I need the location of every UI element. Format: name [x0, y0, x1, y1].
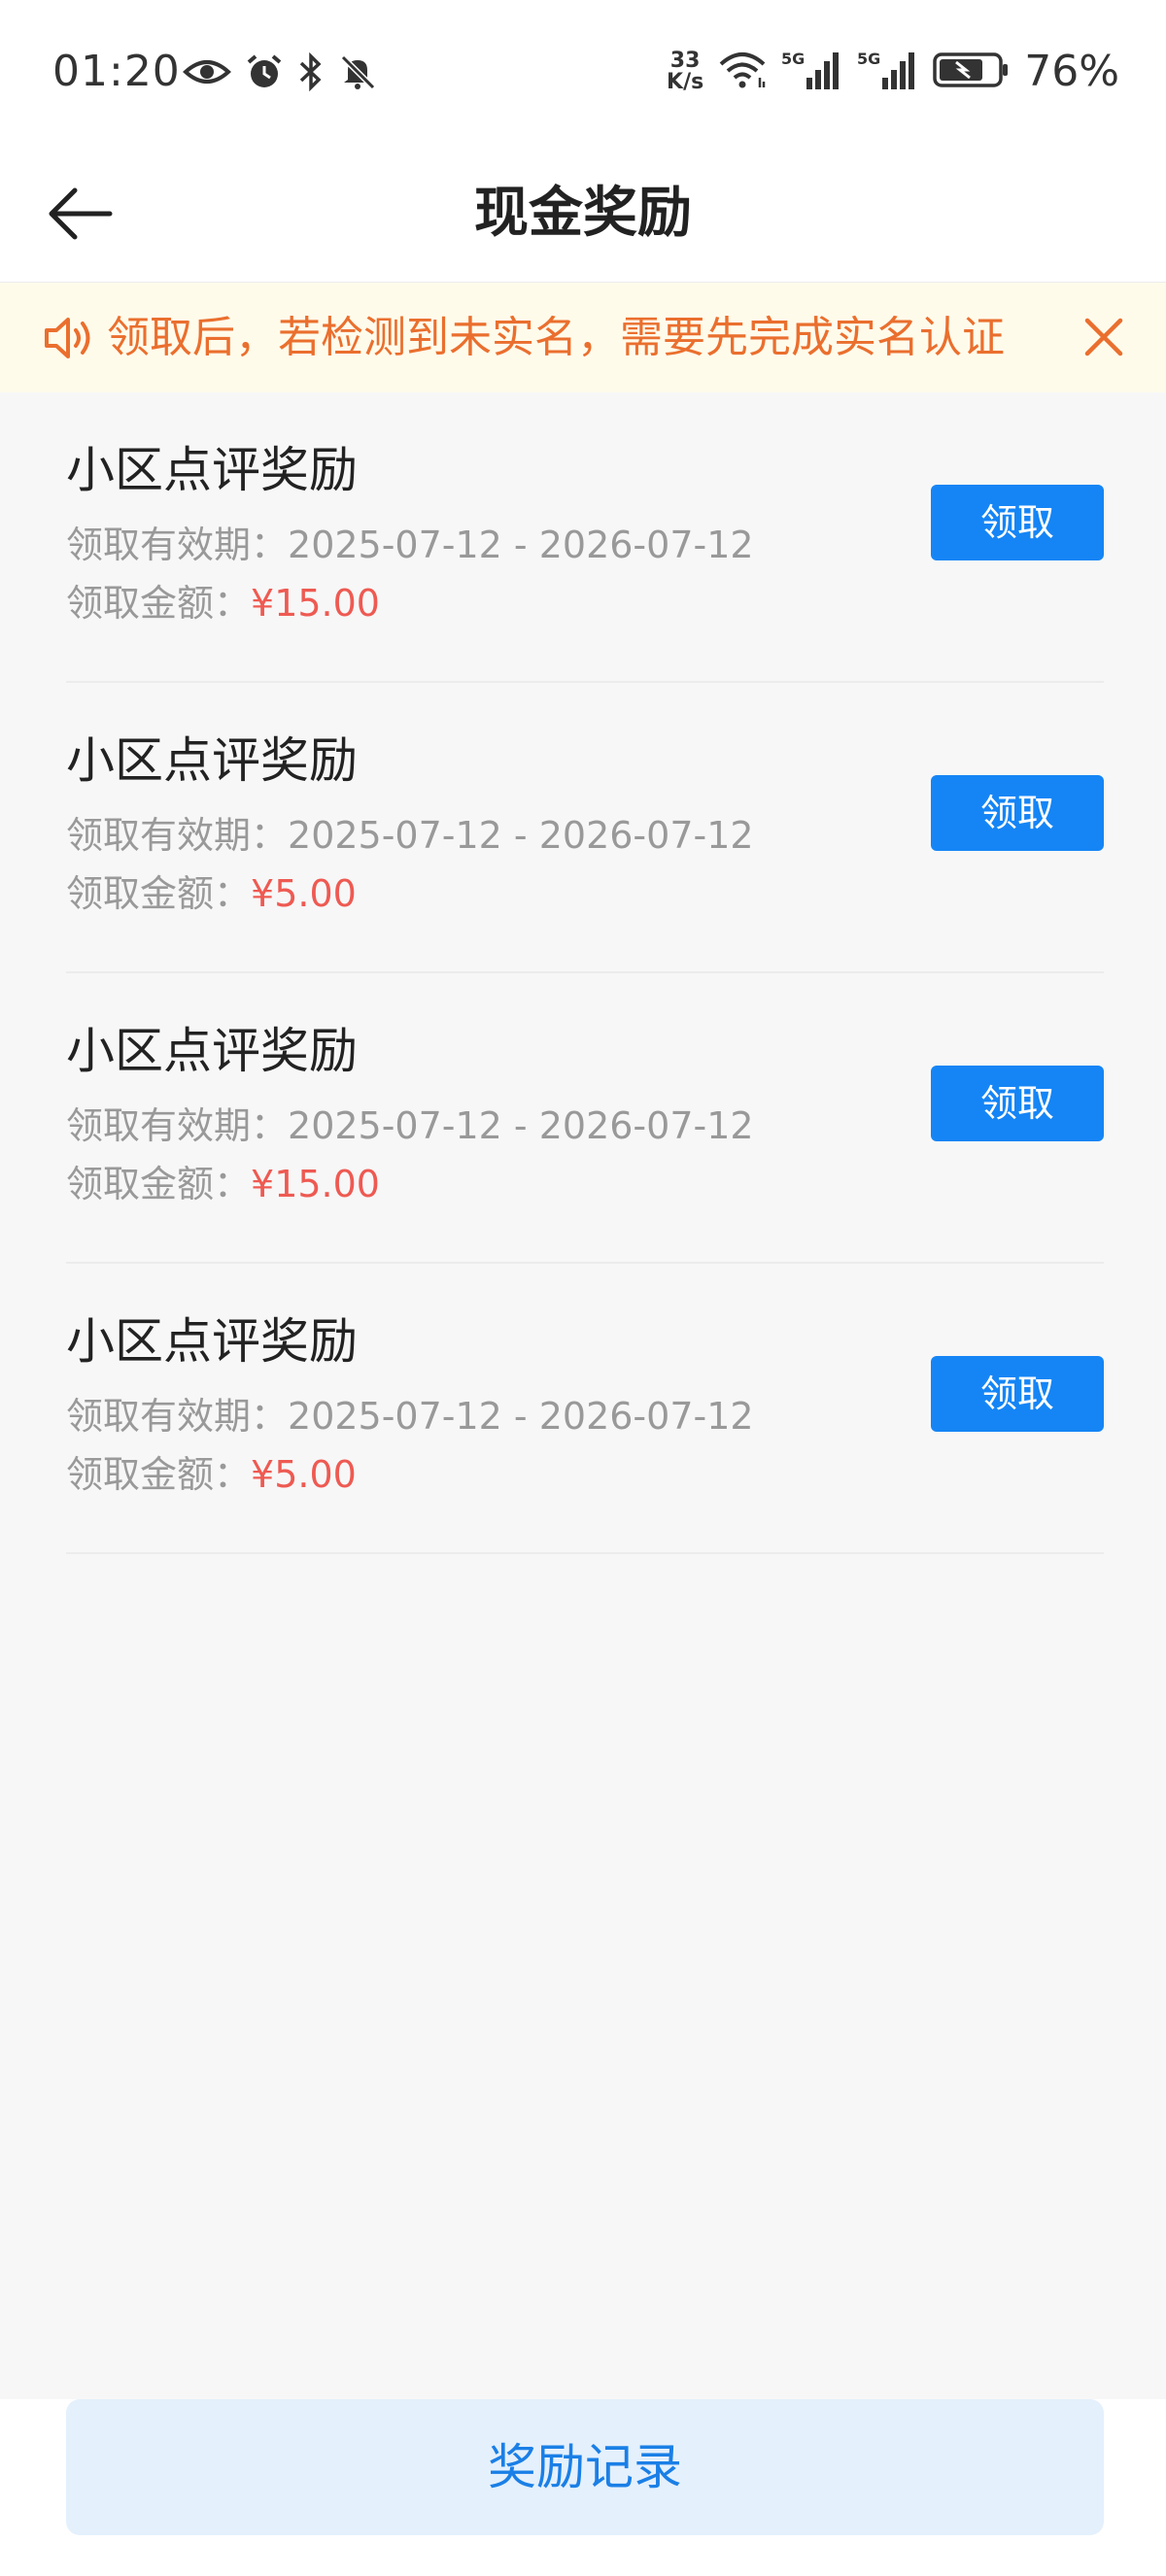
validity-label: 领取有效期： [66, 1104, 289, 1147]
bell-muted-icon [338, 52, 377, 95]
validity-range: 2025-07-12 - 2026-07-12 [288, 524, 754, 566]
bluetooth-icon [297, 51, 325, 95]
reward-validity: 领取有效期：2025-07-12 - 2026-07-12 [66, 1392, 754, 1441]
battery-charging-icon [933, 51, 1011, 93]
amount-value: ¥5.00 [251, 872, 357, 915]
reward-item: 小区点评奖励 领取有效期：2025-07-12 - 2026-07-12 领取金… [66, 1264, 1104, 1554]
eye-icon [183, 54, 231, 93]
nav-header: 现金奖励 [0, 146, 1166, 283]
reward-amount: 领取金额：¥15.00 [66, 579, 380, 627]
validity-range: 2025-07-12 - 2026-07-12 [288, 1395, 754, 1438]
amount-label: 领取金额： [66, 872, 252, 915]
reward-title: 小区点评奖励 [66, 442, 358, 498]
speaker-icon [45, 318, 90, 358]
claim-button[interactable]: 领取 [931, 1356, 1104, 1432]
notice-bar: 领取后，若检测到未实名，需要先完成实名认证 [0, 283, 1166, 392]
wifi-icon [717, 51, 768, 93]
claim-button[interactable]: 领取 [931, 1066, 1104, 1141]
status-right-icons: 33 K/s 5G 5G 76% [667, 47, 1119, 96]
claim-button[interactable]: 领取 [931, 775, 1104, 851]
amount-label: 领取金额： [66, 582, 252, 625]
close-icon [1084, 318, 1123, 356]
validity-label: 领取有效期： [66, 1395, 289, 1438]
battery-percent: 76% [1024, 47, 1119, 96]
validity-range: 2025-07-12 - 2026-07-12 [288, 1104, 754, 1147]
reward-item: 小区点评奖励 领取有效期：2025-07-12 - 2026-07-12 领取金… [66, 973, 1104, 1264]
reward-list: 小区点评奖励 领取有效期：2025-07-12 - 2026-07-12 领取金… [66, 392, 1104, 1554]
signal-icon-sim2: 5G [857, 49, 919, 95]
amount-value: ¥5.00 [251, 1453, 357, 1496]
amount-value: ¥15.00 [251, 1163, 380, 1205]
reward-title: 小区点评奖励 [66, 1313, 358, 1370]
amount-label: 领取金额： [66, 1453, 252, 1496]
status-time: 01:20 [52, 47, 181, 96]
network-speed-value: 33 [669, 48, 701, 73]
reward-amount: 领取金额：¥5.00 [66, 1450, 357, 1499]
signal-icon-sim1: 5G [781, 49, 843, 95]
network-speed: 33 K/s [667, 48, 704, 94]
reward-item: 小区点评奖励 领取有效期：2025-07-12 - 2026-07-12 领取金… [66, 683, 1104, 973]
notice-close-button[interactable] [1077, 310, 1131, 364]
status-left-icons [183, 51, 377, 95]
bottom-bar: 奖励记录 [0, 2399, 1166, 2576]
signal-2-label: 5G [857, 50, 880, 68]
amount-label: 领取金额： [66, 1163, 252, 1205]
reward-validity: 领取有效期：2025-07-12 - 2026-07-12 [66, 1102, 754, 1150]
validity-label: 领取有效期： [66, 814, 289, 857]
validity-label: 领取有效期： [66, 524, 289, 566]
reward-title: 小区点评奖励 [66, 732, 358, 789]
network-speed-unit: K/s [667, 69, 704, 94]
validity-range: 2025-07-12 - 2026-07-12 [288, 814, 754, 857]
reward-amount: 领取金额：¥15.00 [66, 1160, 380, 1208]
cash-reward-page: 01:20 33 K/s 5G 5G 76% 现金奖励 领取后，若检测到未实名，… [0, 0, 1166, 2576]
reward-amount: 领取金额：¥5.00 [66, 869, 357, 918]
reward-item: 小区点评奖励 领取有效期：2025-07-12 - 2026-07-12 领取金… [66, 392, 1104, 683]
status-bar: 01:20 33 K/s 5G 5G 76% [0, 0, 1166, 146]
alarm-clock-icon [245, 52, 284, 95]
signal-1-label: 5G [781, 50, 805, 68]
notice-marquee: 领取后，若检测到未实名，需要先完成实名认证 [107, 283, 1026, 392]
reward-validity: 领取有效期：2025-07-12 - 2026-07-12 [66, 521, 754, 569]
notice-text: 领取后，若检测到未实名，需要先完成实名认证 [107, 313, 1005, 362]
reward-validity: 领取有效期：2025-07-12 - 2026-07-12 [66, 811, 754, 860]
claim-button[interactable]: 领取 [931, 485, 1104, 560]
reward-records-button[interactable]: 奖励记录 [66, 2399, 1104, 2535]
page-title: 现金奖励 [474, 182, 692, 245]
reward-title: 小区点评奖励 [66, 1023, 358, 1079]
amount-value: ¥15.00 [251, 582, 380, 625]
